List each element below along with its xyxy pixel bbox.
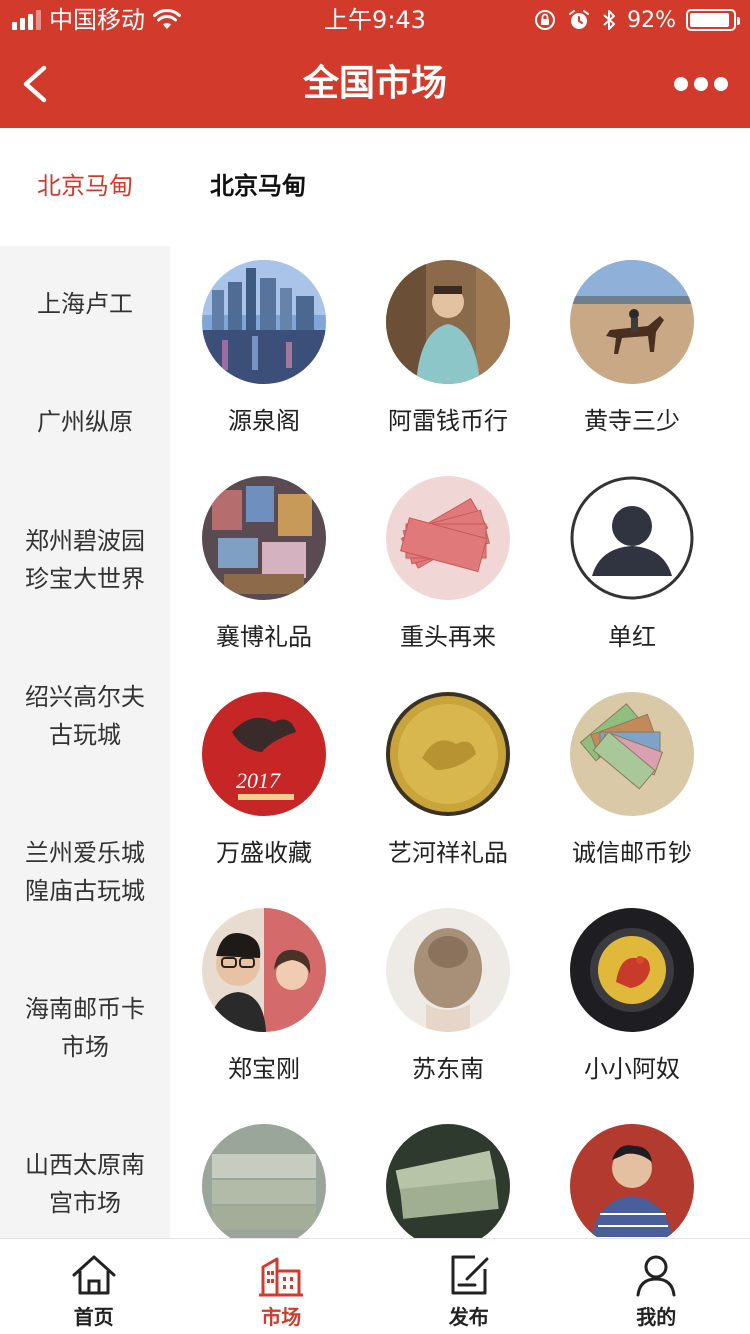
shop-avatar-man-photo [570, 1124, 694, 1238]
more-dot [714, 77, 728, 91]
tab-mine[interactable]: 我的 [563, 1239, 750, 1334]
shop-avatar-2017-rooster: 2017 [202, 692, 326, 816]
shop-avatar-note-stacks [386, 1124, 510, 1238]
battery-level-fill [690, 13, 729, 27]
market-building-icon [259, 1257, 304, 1297]
shop-card[interactable]: 阿雷钱币行 [356, 246, 540, 462]
shop-card[interactable] [172, 1110, 356, 1238]
sidebar-item-current[interactable]: 北京马甸 [0, 128, 170, 246]
rotation-lock-icon [535, 10, 556, 30]
shop-avatar-couple-photo [202, 908, 326, 1032]
status-bar: 中国移动 上午9:43 92% [0, 0, 750, 40]
shop-card[interactable]: 襄博礼品 [172, 462, 356, 678]
shop-name: 小小阿奴 [584, 1055, 680, 1083]
tab-publish[interactable]: 发布 [375, 1239, 563, 1334]
shop-grid: 源泉阁 阿雷钱币行 黄寺三少 襄博礼品 重头再来 单红 2017 万盛收藏 艺河… [170, 246, 750, 1238]
shop-name: 艺河祥礼品 [388, 839, 508, 867]
sidebar-item[interactable]: 上海卢工 [0, 246, 170, 362]
tab-market-label: 市场 [261, 1305, 302, 1329]
tab-mine-label: 我的 [636, 1305, 677, 1329]
sidebar-item[interactable]: 广州纵原 [0, 362, 170, 482]
chevron-left-icon [23, 65, 47, 103]
shop-card[interactable]: 2017 万盛收藏 [172, 678, 356, 894]
shop-name: 单红 [608, 623, 656, 651]
shop-card[interactable]: 重头再来 [356, 462, 540, 678]
shop-name: 重头再来 [400, 623, 496, 651]
shop-name: 万盛收藏 [216, 839, 312, 867]
shop-card[interactable]: 艺河祥礼品 [356, 678, 540, 894]
shop-avatar-horse-rider [570, 260, 694, 384]
alarm-icon [569, 10, 590, 29]
shop-name: 诚信邮币钞 [572, 839, 692, 867]
shop-avatar-stamps-shop [202, 476, 326, 600]
page-title: 全国市场 [302, 63, 447, 104]
shop-card[interactable]: 单红 [540, 462, 724, 678]
shop-avatar-default-user [570, 476, 694, 600]
shop-card[interactable]: 小小阿奴 [540, 894, 724, 1110]
shop-avatar-rooster-coin [570, 908, 694, 1032]
shop-avatar-person-photo [386, 260, 510, 384]
header: 中国移动 上午9:43 92% 全国市场 [0, 0, 750, 128]
shop-card[interactable] [540, 1110, 724, 1238]
shop-name: 郑宝刚 [228, 1055, 300, 1083]
shop-card[interactable]: 源泉阁 [172, 246, 356, 462]
shop-name: 源泉阁 [228, 407, 300, 435]
shop-avatar-note-bundles [202, 1124, 326, 1238]
current-market-title: 北京马甸 [210, 172, 306, 200]
more-dots-icon [674, 77, 688, 91]
shop-name: 黄寺三少 [584, 407, 680, 435]
bluetooth-icon [603, 10, 616, 30]
svg-text:2017: 2017 [236, 768, 281, 793]
shop-avatar-banknotes-fan [386, 476, 510, 600]
nav-bar: 全国市场 [0, 40, 750, 128]
current-market-row: 北京马甸 北京马甸 [0, 128, 750, 246]
shop-avatar-hair-bun [386, 908, 510, 1032]
publish-edit-icon [451, 1255, 489, 1295]
tab-home-label: 首页 [73, 1305, 114, 1329]
tab-bar: 首页 市场 发布 我的 [0, 1238, 750, 1334]
tab-market[interactable]: 市场 [188, 1239, 376, 1334]
shop-name: 襄博礼品 [216, 623, 312, 651]
tab-home[interactable]: 首页 [0, 1239, 188, 1334]
home-icon [72, 1255, 116, 1295]
sidebar-item[interactable]: 山西太原南宫市场 [0, 1106, 170, 1238]
sidebar-item[interactable]: 郑州碧波园珍宝大世界 [0, 482, 170, 638]
shop-card[interactable]: 苏东南 [356, 894, 540, 1110]
sidebar-item[interactable]: 海南邮币卡市场 [0, 950, 170, 1106]
more-dot [694, 77, 708, 91]
sidebar-item[interactable]: 兰州爱乐城隍庙古玩城 [0, 794, 170, 950]
battery-icon [686, 9, 740, 31]
shop-card[interactable]: 郑宝刚 [172, 894, 356, 1110]
more-button[interactable] [674, 70, 728, 98]
shop-card[interactable]: 黄寺三少 [540, 246, 724, 462]
battery-percent: 92% [627, 7, 676, 33]
market-sidebar: 上海卢工 广州纵原 郑州碧波园珍宝大世界 绍兴高尔夫古玩城 兰州爱乐城隍庙古玩城… [0, 246, 170, 1238]
shop-card[interactable]: 诚信邮币钞 [540, 678, 724, 894]
shop-avatar-gold-coin [386, 692, 510, 816]
shop-name: 阿雷钱币行 [388, 407, 508, 435]
status-right: 92% [533, 6, 740, 34]
back-button[interactable] [14, 60, 58, 108]
shop-name: 苏东南 [412, 1055, 484, 1083]
user-icon [636, 1255, 676, 1297]
tab-publish-label: 发布 [448, 1305, 489, 1329]
shop-avatar-city-skyline [202, 260, 326, 384]
sidebar-item[interactable]: 绍兴高尔夫古玩城 [0, 638, 170, 794]
shop-card[interactable] [356, 1110, 540, 1238]
shop-avatar-banknotes-spread [570, 692, 694, 816]
